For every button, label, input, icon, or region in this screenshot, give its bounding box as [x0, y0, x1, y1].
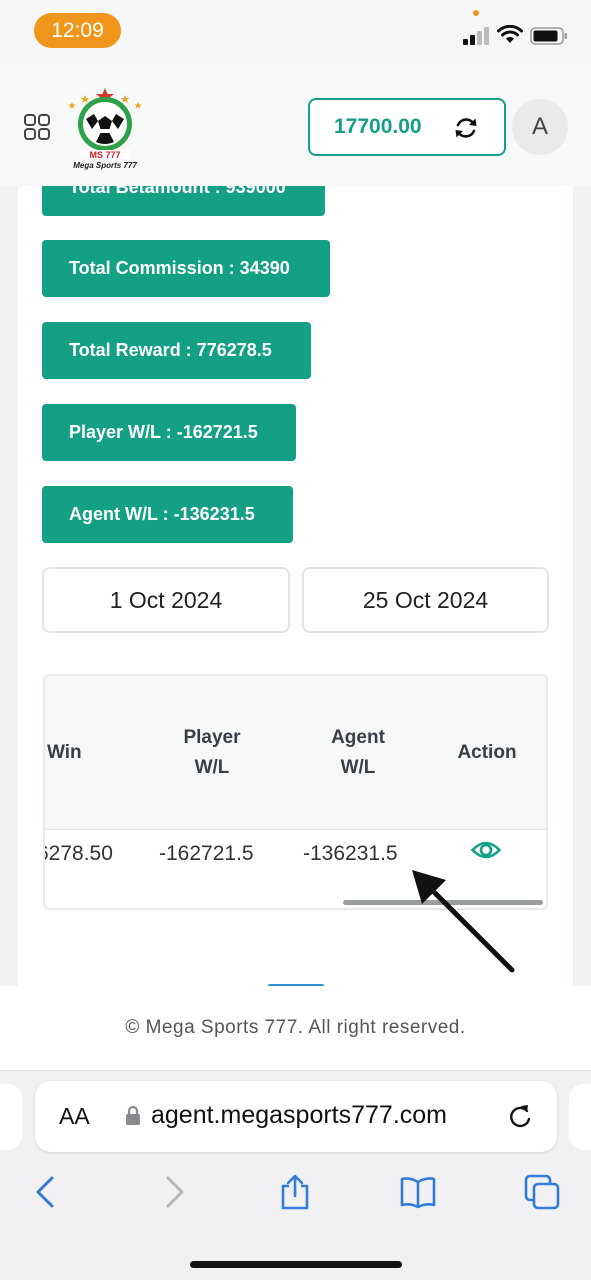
reload-icon[interactable] [507, 1103, 533, 1131]
forward-icon[interactable] [156, 1174, 192, 1210]
total-commission-badge: Total Commission : 34390 [42, 240, 330, 297]
next-tab-preview[interactable] [569, 1084, 591, 1150]
reader-text-size-button[interactable]: AA [59, 1103, 90, 1130]
mega-sports-logo[interactable]: MS 777 Mega Sports 777 [60, 86, 150, 170]
copyright-text: © Mega Sports 777. All right reserved. [125, 1017, 466, 1038]
report-content: Total Betamount : 939000 Total Commissio… [0, 186, 591, 986]
back-icon[interactable] [28, 1174, 64, 1210]
previous-tab-preview[interactable] [0, 1084, 22, 1150]
date-from-picker[interactable]: 1 Oct 2024 [42, 567, 290, 633]
status-time: 12:09 [34, 13, 121, 48]
cell-agent-wl: -136231.5 [303, 842, 398, 865]
home-indicator[interactable] [190, 1261, 402, 1268]
lock-icon [126, 1105, 140, 1125]
view-eye-icon[interactable] [471, 838, 501, 862]
cell-player-wl: -162721.5 [159, 842, 254, 865]
annotation-arrow-icon [412, 870, 515, 973]
column-header-player-wl-line1: Player [183, 727, 241, 748]
balance-box: 17700.00 [308, 98, 506, 156]
tabs-icon[interactable] [524, 1174, 560, 1210]
apps-grid-icon[interactable] [24, 114, 50, 140]
total-betamount-badge: Total Betamount : 939000 [42, 186, 325, 216]
column-header-agent-wl-line2: W/L [340, 757, 376, 778]
balance-amount: 17700.00 [334, 115, 422, 138]
date-to-picker[interactable]: 25 Oct 2024 [302, 567, 549, 633]
address-bar[interactable]: AA agent.megasports777.com [35, 1081, 557, 1152]
table-header: Win Player W/L Agent W/L Action [45, 676, 546, 830]
player-wl-badge: Player W/L : -162721.5 [42, 404, 296, 461]
footer: © Mega Sports 777. All right reserved. [0, 986, 591, 1070]
share-icon[interactable] [277, 1174, 313, 1210]
total-reward-badge: Total Reward : 776278.5 [42, 322, 311, 379]
logo-subtitle: Mega Sports 777 [73, 161, 137, 170]
agent-wl-badge: Agent W/L : -136231.5 [42, 486, 293, 543]
wifi-icon [497, 25, 523, 43]
logo-title: MS 777 [89, 150, 120, 160]
column-header-action: Action [457, 742, 517, 763]
cellular-signal-icon [463, 27, 489, 45]
refresh-icon[interactable] [453, 115, 479, 141]
user-avatar[interactable]: A [512, 99, 568, 155]
cell-win: 6278.50 [43, 842, 113, 865]
status-bar: 12:09 [0, 0, 591, 64]
battery-icon [530, 27, 567, 45]
privacy-indicator-dot [473, 10, 479, 16]
column-header-player-wl-line2: W/L [194, 757, 230, 778]
url-text[interactable]: agent.megasports777.com [151, 1101, 447, 1130]
column-header-win: Win [47, 742, 82, 763]
bookmarks-icon[interactable] [400, 1174, 436, 1210]
column-header-agent-wl-line1: Agent [331, 727, 385, 748]
